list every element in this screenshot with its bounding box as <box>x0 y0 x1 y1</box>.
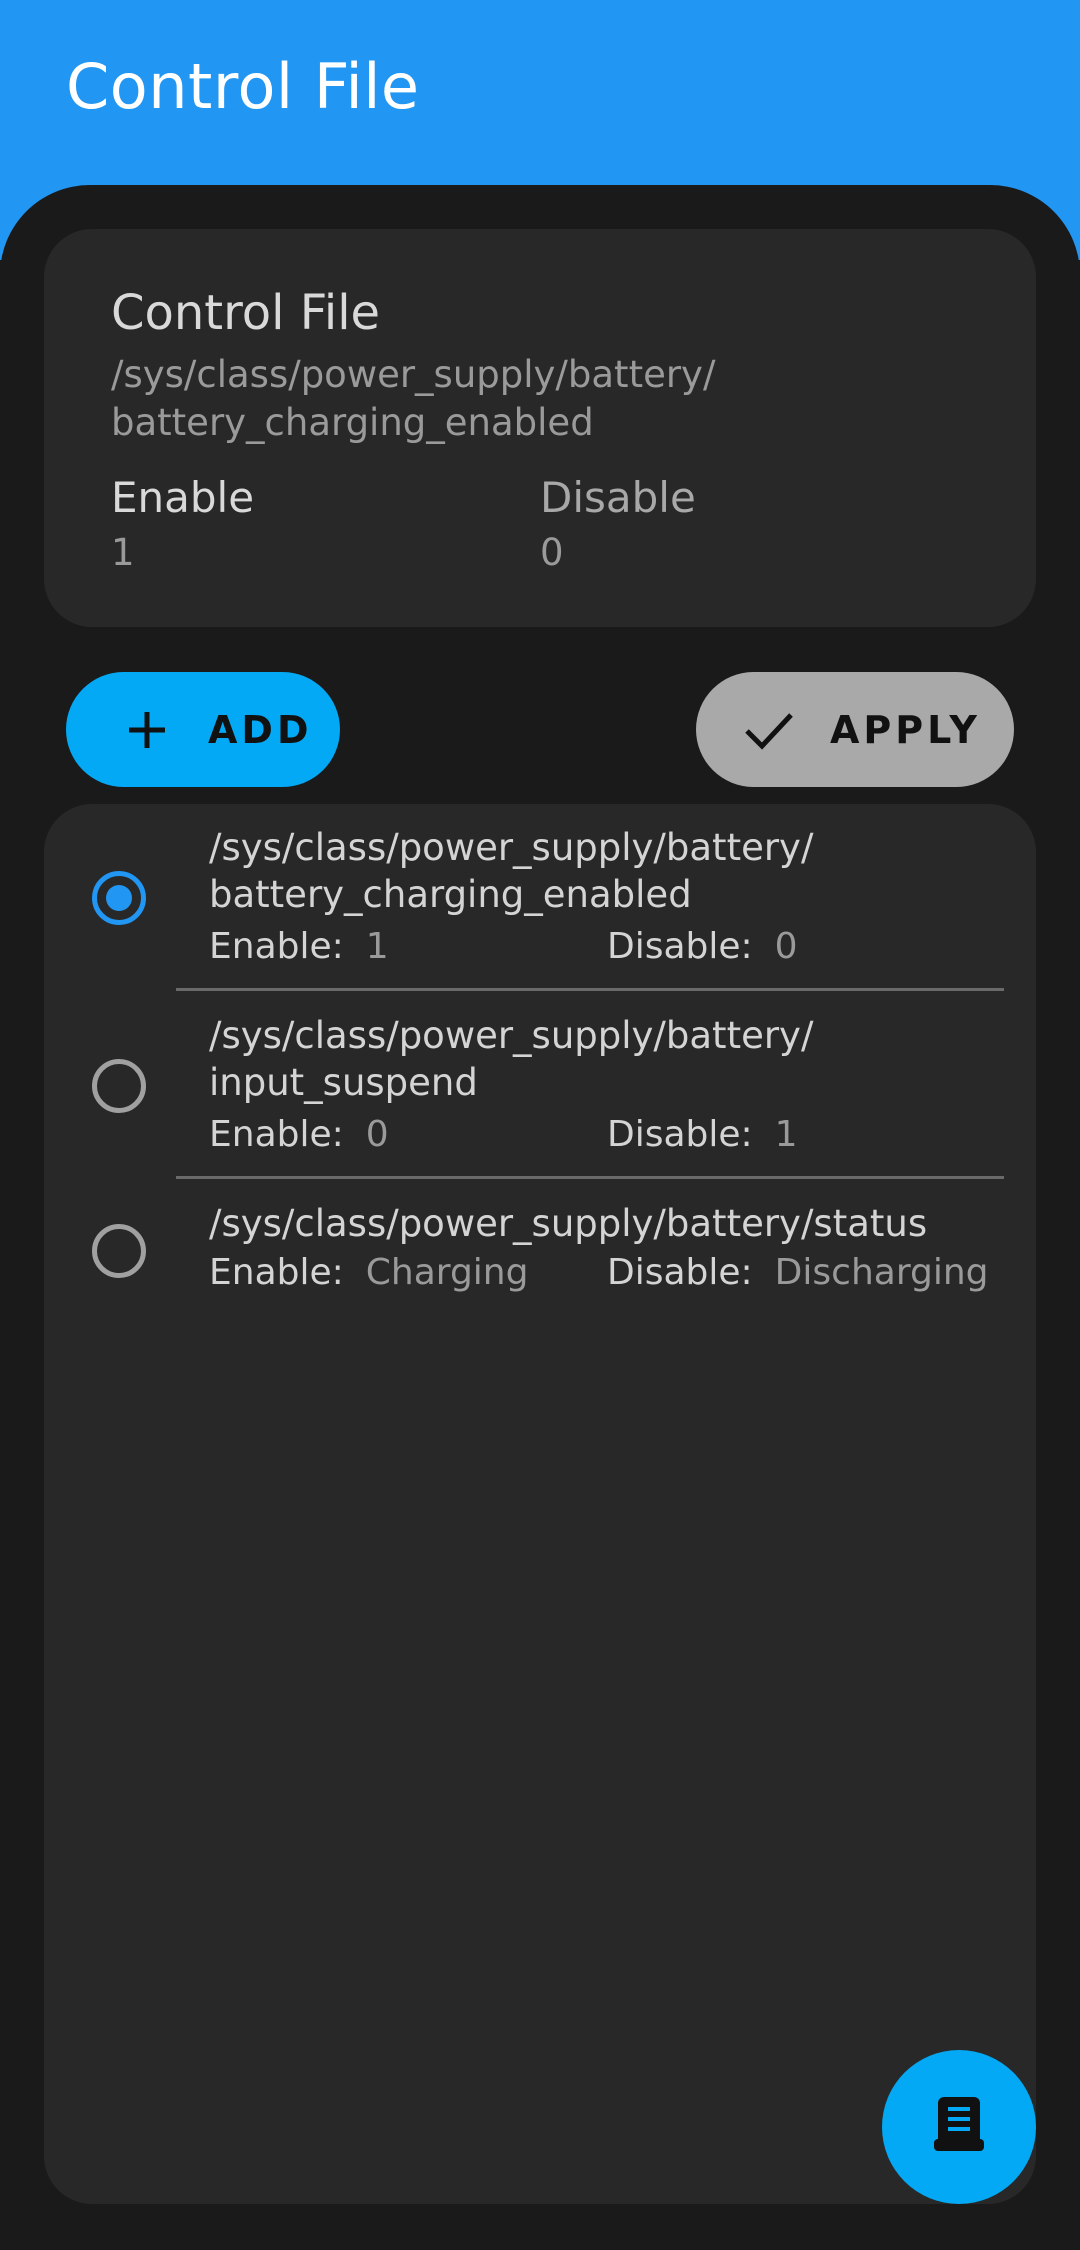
disable-label: Disable <box>540 473 696 522</box>
disable-key: Disable: <box>607 1114 753 1155</box>
list-item-path: /sys/class/power_supply/battery/ input_s… <box>209 1014 814 1104</box>
enable-value: 1 <box>111 531 135 574</box>
disable-value: Discharging <box>774 1252 989 1293</box>
list-item-disable: Disable: Discharging <box>607 1252 989 1293</box>
enable-value: 1 <box>365 926 389 967</box>
list-item-enable: Enable: 0 <box>209 1114 389 1155</box>
enable-label: Enable <box>111 473 255 522</box>
enable-key: Enable: <box>209 1252 344 1293</box>
apply-button[interactable]: APPLY <box>696 672 1014 787</box>
radio-button[interactable] <box>92 1224 146 1278</box>
page-title: Control File <box>66 50 420 123</box>
radio-button-selected[interactable] <box>92 871 146 925</box>
apply-button-label: APPLY <box>830 707 981 752</box>
disable-key: Disable: <box>607 926 753 967</box>
document-icon <box>932 2095 986 2159</box>
current-control-file-card: Control File /sys/class/power_supply/bat… <box>44 229 1036 627</box>
disable-key: Disable: <box>607 1252 753 1293</box>
divider <box>176 988 1004 991</box>
divider <box>176 1176 1004 1179</box>
list-item-path: /sys/class/power_supply/battery/status <box>209 1202 928 1245</box>
log-fab-button[interactable] <box>882 2050 1036 2204</box>
add-button[interactable]: ADD <box>66 672 340 787</box>
enable-key: Enable: <box>209 1114 344 1155</box>
disable-value: 0 <box>774 926 798 967</box>
checkmark-icon <box>744 705 794 755</box>
list-item-disable: Disable: 1 <box>607 1114 798 1155</box>
disable-value: 0 <box>540 531 564 574</box>
card-title: Control File <box>111 285 381 341</box>
plus-icon <box>122 705 172 755</box>
disable-value: 1 <box>774 1114 798 1155</box>
list-item-enable: Enable: 1 <box>209 926 389 967</box>
enable-key: Enable: <box>209 926 344 967</box>
list-item-disable: Disable: 0 <box>607 926 798 967</box>
list-item-path: /sys/class/power_supply/battery/ battery… <box>209 826 814 916</box>
current-path: /sys/class/power_supply/battery/ battery… <box>111 353 716 444</box>
add-button-label: ADD <box>208 707 313 752</box>
radio-button[interactable] <box>92 1059 146 1113</box>
control-file-list: /sys/class/power_supply/battery/ battery… <box>44 804 1036 2204</box>
enable-value: 0 <box>365 1114 389 1155</box>
enable-value: Charging <box>365 1252 529 1293</box>
list-item-enable: Enable: Charging <box>209 1252 528 1293</box>
